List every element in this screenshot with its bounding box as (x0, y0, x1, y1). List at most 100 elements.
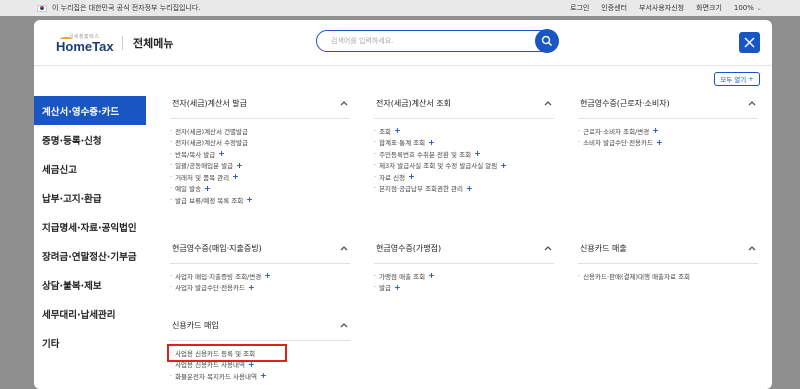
chevron-up-icon[interactable] (340, 321, 348, 330)
plus-icon[interactable]: + (408, 172, 415, 181)
menu-link-label: 예일 발송 (175, 185, 202, 194)
menu-link[interactable]: · 자료 신청 + (374, 171, 554, 183)
menu-link[interactable]: · 조회 + (374, 125, 554, 137)
menu-link[interactable]: · 신용카드·판매(결제)대행 매출자료 조회 (578, 270, 758, 282)
bullet-icon: · (374, 138, 377, 147)
expand-all-button[interactable]: 모두 열기 + (714, 72, 760, 86)
menu-link[interactable]: · 발급 보류/예정 목록 조회 + (170, 194, 350, 206)
menu-link-label: 화물운전자 복지카드 사용내역 (175, 372, 257, 381)
highlight-box (167, 344, 287, 362)
sidebar-item-tax-return[interactable]: 세금신고 (34, 154, 146, 183)
logo-swoosh-icon (60, 36, 72, 41)
menu-link-label: 발급 (379, 284, 392, 293)
sidebar-item-incentive[interactable]: 장려금·연말정산·기부금 (34, 241, 146, 270)
menu-link[interactable]: · 사업자 매입·지출증빙 조회/변경 + (170, 270, 350, 282)
section-title: 현금영수증(매입·지출증빙) (172, 243, 262, 253)
menu-link[interactable]: · 가맹점 매출 조회 + (374, 270, 554, 282)
sidebar-item-label: 세무대리·납세관리 (42, 309, 116, 321)
section-header[interactable]: 신용카드 매출 (578, 237, 758, 259)
section-title: 전자(세금)계산서 조회 (376, 98, 452, 108)
menu-link[interactable]: · 발급 + (374, 282, 554, 294)
cert-center-link[interactable]: 인증센터 (601, 3, 627, 13)
plus-icon[interactable]: + (232, 172, 239, 181)
bullet-icon: · (170, 161, 173, 170)
menu-link[interactable]: · 예일 발송 + (170, 183, 350, 195)
sidebar-item-label: 증명·등록·신청 (42, 135, 102, 147)
section-links: · 조회 + · 합계표·통계 조회 + · 주민등록번호 수취분 전환 및 조회 + · 제3자 … (374, 125, 554, 194)
close-button[interactable] (739, 32, 760, 53)
menu-link[interactable]: · 거래처 및 품목 관리 + (170, 171, 350, 183)
menu-link[interactable]: · 소비자 발급수단·전용카드 + (578, 137, 758, 149)
plus-icon[interactable]: + (264, 271, 271, 280)
dept-user-apply-link[interactable]: 부서사용자신청 (639, 3, 684, 13)
bullet-icon: · (170, 371, 173, 380)
sidebar-item-agent[interactable]: 세무대리·납세관리 (34, 299, 146, 328)
chevron-up-icon[interactable] (748, 99, 756, 108)
plus-icon[interactable]: + (428, 138, 435, 147)
menu-link-label: 합계표·통계 조회 (379, 139, 426, 148)
section-header[interactable]: 현금영수증(근로자·소비자) (578, 92, 758, 114)
bullet-icon: · (170, 283, 173, 292)
section-header[interactable]: 현금영수증(매입·지출증빙) (170, 237, 350, 259)
search-box[interactable]: 검색어를 입력하세요. (316, 29, 559, 53)
search-button[interactable] (535, 29, 559, 53)
section-title: 전자(세금)계산서 발급 (172, 98, 248, 108)
chevron-up-icon[interactable] (340, 244, 348, 253)
bullet-icon: · (578, 138, 581, 147)
plus-icon[interactable]: + (428, 271, 435, 280)
section-header[interactable]: 전자(세금)계산서 발급 (170, 92, 350, 114)
sidebar-item-statement[interactable]: 지급명세·자료·공익법인 (34, 212, 146, 241)
section-divider (170, 263, 350, 264)
plus-icon[interactable]: + (656, 138, 663, 147)
menu-link[interactable]: · 전자(세금)계산서 건별발급 (170, 125, 350, 137)
bullet-icon: · (374, 184, 377, 193)
sidebar-item-label: 상담·불복·제보 (42, 280, 102, 292)
menu-link-label: 가맹점 매출 조회 (379, 272, 426, 281)
menu-link[interactable]: · 근로자·소비자 조회/변경 + (578, 125, 758, 137)
plus-icon[interactable]: + (652, 126, 659, 135)
section-header[interactable]: 전자(세금)계산서 조회 (374, 92, 554, 114)
sidebar-item-etc[interactable]: 기타 (34, 328, 146, 357)
sidebar-item-payment[interactable]: 납부·고지·환급 (34, 183, 146, 212)
screen-size-label: 화면크기 (696, 4, 722, 12)
plus-icon[interactable]: + (246, 195, 253, 204)
sidebar-item-certificate[interactable]: 증명·등록·신청 (34, 125, 146, 154)
section-einvoice-inquiry: 전자(세금)계산서 조회 · 조회 + · 합계표·통계 조회 + · 주민등록번호 수취분 전… (374, 92, 554, 194)
login-link[interactable]: 로그인 (570, 3, 589, 13)
sidebar-item-label: 장려금·연말정산·기부금 (42, 251, 137, 263)
bullet-icon: · (578, 271, 581, 280)
sidebar-item-invoice[interactable]: 계산서·영수증·카드 (34, 96, 146, 125)
search-input[interactable]: 검색어를 입력하세요. (331, 36, 393, 46)
plus-icon[interactable]: + (204, 184, 211, 193)
plus-icon[interactable]: + (474, 149, 481, 158)
hometax-logo[interactable]: 국세청홈택스 HomeTax (56, 33, 114, 53)
search-icon (541, 35, 553, 47)
plus-icon[interactable]: + (466, 184, 473, 193)
sidebar-item-consult[interactable]: 상담·불복·제보 (34, 270, 146, 299)
section-divider (170, 340, 350, 341)
menu-link[interactable]: · 주민등록번호 수취분 전환 및 조회 + (374, 148, 554, 160)
menu-link[interactable]: · 전자(세금)계산서 수정발급 (170, 137, 350, 149)
plus-icon[interactable]: + (394, 283, 401, 292)
section-header[interactable]: 현금영수증(가맹점) (374, 237, 554, 259)
chevron-up-icon[interactable] (544, 99, 552, 108)
chevron-up-icon[interactable] (748, 244, 756, 253)
plus-icon[interactable]: + (248, 283, 255, 292)
menu-link[interactable]: · 사업자 발급수단·전용카드 + (170, 282, 350, 294)
zoom-select[interactable]: 100% ⌄ (734, 4, 762, 12)
menu-link[interactable]: · 합계표·통계 조회 + (374, 137, 554, 149)
plus-icon[interactable]: + (394, 126, 401, 135)
section-header[interactable]: 신용카드 매입 (170, 314, 350, 336)
menu-link[interactable]: · 일괄/공동매입분 발급 + (170, 160, 350, 172)
menu-link[interactable]: · 본지점·공급납부 조회권한 관리 + (374, 183, 554, 195)
menu-link[interactable]: · 반복/복사 발급 + (170, 148, 350, 160)
chevron-up-icon[interactable] (340, 99, 348, 108)
plus-icon[interactable]: + (236, 161, 243, 170)
menu-link[interactable]: · 제3자 발급사실 조회 및 수정 발급사실 알림 + (374, 160, 554, 172)
chevron-up-icon[interactable] (544, 244, 552, 253)
plus-icon[interactable]: + (500, 161, 507, 170)
plus-icon[interactable]: + (260, 371, 267, 380)
bullet-icon: · (170, 271, 173, 280)
menu-link[interactable]: · 화물운전자 복지카드 사용내역 + (170, 370, 350, 382)
plus-icon[interactable]: + (218, 149, 225, 158)
